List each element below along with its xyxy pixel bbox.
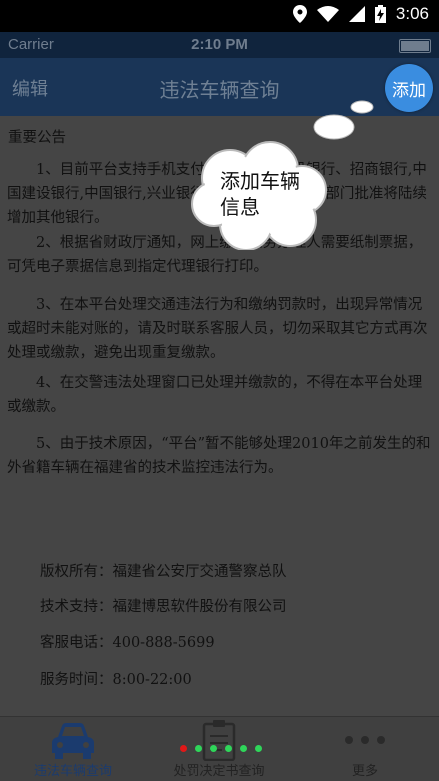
copyright-info: 版权所有：福建省公安厅交通警察总队 — [40, 564, 287, 580]
wifi-icon — [316, 6, 339, 22]
ios-status-bar: Carrier 2:10 PM — [0, 32, 439, 58]
notice-paragraph: 3、在本平台处理交通违法行为和缴纳罚款时，出现异常情况或超时未能对账的，请及时联… — [7, 297, 428, 361]
page-dot — [210, 745, 217, 752]
ios-clock: 2:10 PM — [191, 36, 248, 53]
battery-charging-icon — [374, 5, 386, 23]
notice-paragraph: 4、在交警违法处理窗口已处理并缴款的，不得在本平台处理或缴款。 — [7, 375, 423, 415]
page-dot — [195, 745, 202, 752]
tab-more[interactable]: 更多 — [292, 717, 438, 781]
clipboard-icon — [202, 720, 236, 761]
android-status-bar: 3:06 — [0, 0, 439, 32]
tech-support-info: 技术支持：福建博思软件股份有限公司 — [40, 599, 287, 615]
page-dot — [225, 745, 232, 752]
guide-page-indicator — [180, 745, 262, 752]
ios-battery-icon — [399, 39, 431, 53]
signal-icon — [348, 6, 365, 22]
add-vehicle-button[interactable]: 添加 — [385, 64, 433, 112]
page-title: 违法车辆查询 — [159, 78, 280, 102]
page-dot — [240, 745, 247, 752]
notice-title: 重要公告 — [8, 130, 66, 146]
page-dot-active — [180, 745, 187, 752]
android-clock: 3:06 — [395, 4, 429, 23]
add-vehicle-tooltip: 添加车辆 信息 — [190, 140, 330, 250]
tooltip-line-2: 信息 — [220, 195, 260, 219]
tab-label: 处罚决定书查询 — [173, 764, 265, 779]
tooltip-medium-cloud — [313, 114, 355, 140]
page-dot — [255, 745, 262, 752]
tab-label: 更多 — [351, 764, 378, 779]
tooltip-line-1: 添加车辆 — [220, 169, 300, 193]
tab-violation-vehicle-query[interactable]: 违法车辆查询 — [0, 717, 146, 781]
more-icon — [345, 736, 385, 744]
service-phone-info: 客服电话：400-888-5699 — [40, 635, 215, 651]
tab-label: 违法车辆查询 — [33, 764, 112, 779]
location-icon — [292, 5, 307, 23]
notice-paragraph: 5、由于技术原因，“平台”暂不能够处理2010年之前发生的和外省籍车辆在福建省的… — [7, 436, 431, 476]
service-hours-info: 服务时间：8:00-22:00 — [40, 672, 192, 688]
car-icon — [52, 723, 94, 759]
